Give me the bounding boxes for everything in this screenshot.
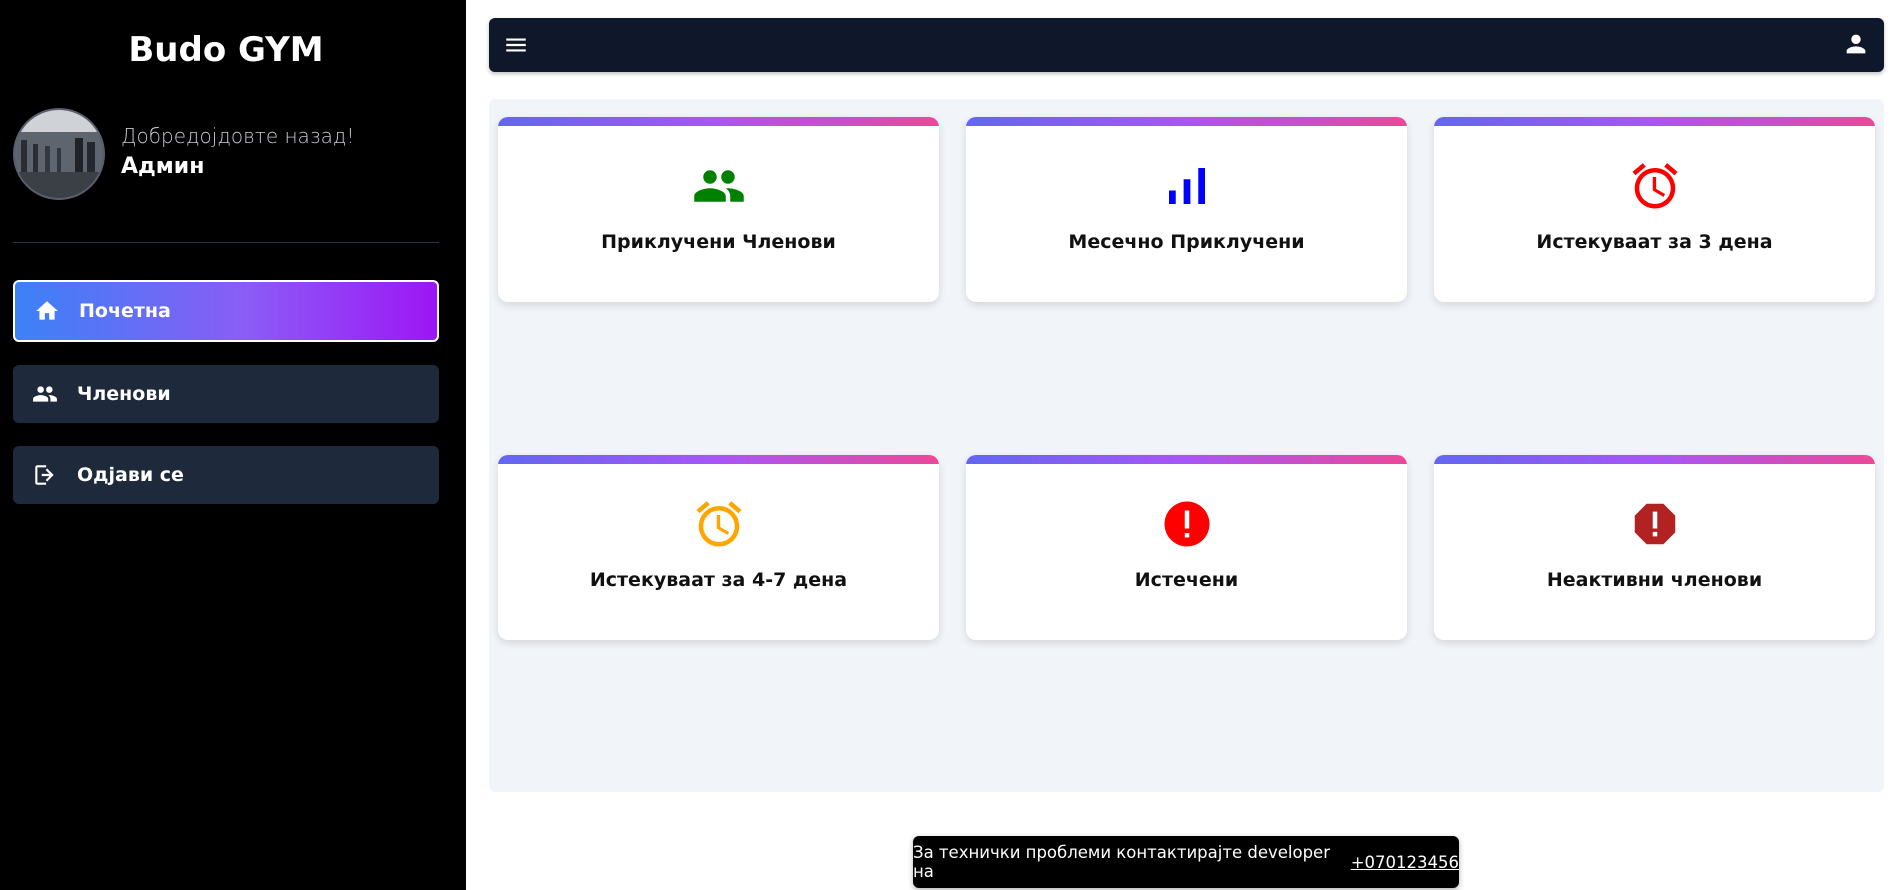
- sidebar-item-home[interactable]: Почетна: [13, 280, 439, 342]
- card-accent: [498, 117, 939, 126]
- card-accent: [498, 455, 939, 464]
- sidebar-item-members[interactable]: Членови: [13, 365, 439, 423]
- card-accent: [1434, 117, 1875, 126]
- card-accent: [966, 455, 1407, 464]
- home-icon: [33, 297, 61, 325]
- avatar: [13, 108, 105, 200]
- welcome-text: Добредојдовте назад!: [121, 124, 355, 148]
- tech-support-text: За технички проблеми контактирајте devel…: [913, 843, 1330, 881]
- card-title: Месечно Приклучени: [1068, 231, 1305, 253]
- logout-icon: [31, 461, 59, 489]
- card-monthly-joined[interactable]: Месечно Приклучени: [966, 117, 1407, 302]
- card-title: Приклучени Членови: [601, 231, 836, 253]
- card-title: Неактивни членови: [1546, 569, 1763, 591]
- people-icon: [31, 380, 59, 408]
- user-icon[interactable]: [1842, 30, 1870, 58]
- card-joined-members[interactable]: Приклучени Членови: [498, 117, 939, 302]
- card-expiring-4-7-days[interactable]: Истекуваат за 4-7 дена: [498, 455, 939, 640]
- card-expiring-3-days[interactable]: Истекуваат за 3 дена: [1434, 117, 1875, 302]
- tech-support-note: За технички проблеми контактирајте devel…: [913, 836, 1459, 888]
- sidebar-item-label: Почетна: [79, 300, 171, 322]
- sidebar-item-label: Членови: [77, 383, 171, 405]
- card-title: Истекуваат за 3 дена: [1536, 231, 1773, 253]
- sidebar-divider: [13, 242, 439, 243]
- alarm-clock-icon: [498, 497, 939, 547]
- hamburger-menu-icon[interactable]: [503, 32, 529, 58]
- card-title: Истекуваат за 4-7 дена: [589, 569, 848, 591]
- card-title: Истечени: [1134, 569, 1239, 591]
- sidebar: Budo GYM Добредојдовте назад! Админ Поче…: [0, 0, 466, 890]
- card-inactive-members[interactable]: Неактивни членови: [1434, 455, 1875, 640]
- alarm-clock-icon: [1434, 159, 1875, 209]
- username: Админ: [121, 154, 205, 179]
- sidebar-item-logout[interactable]: Одјави се: [13, 446, 439, 504]
- support-phone-link[interactable]: +070123456: [1351, 853, 1459, 872]
- card-expired[interactable]: Истечени: [966, 455, 1407, 640]
- dashboard-content: Приклучени Членови Месечно Приклучени Ис…: [489, 99, 1884, 792]
- bar-chart-icon: [966, 159, 1407, 209]
- error-circle-icon: [966, 497, 1407, 547]
- sidebar-item-label: Одјави се: [77, 464, 184, 486]
- brand-title: Budo GYM: [128, 30, 324, 70]
- card-accent: [1434, 455, 1875, 464]
- error-octagon-icon: [1434, 497, 1875, 547]
- top-navbar: [489, 18, 1884, 72]
- card-accent: [966, 117, 1407, 126]
- profile-block: Добредојдовте назад! Админ: [13, 108, 453, 200]
- people-icon: [498, 159, 939, 209]
